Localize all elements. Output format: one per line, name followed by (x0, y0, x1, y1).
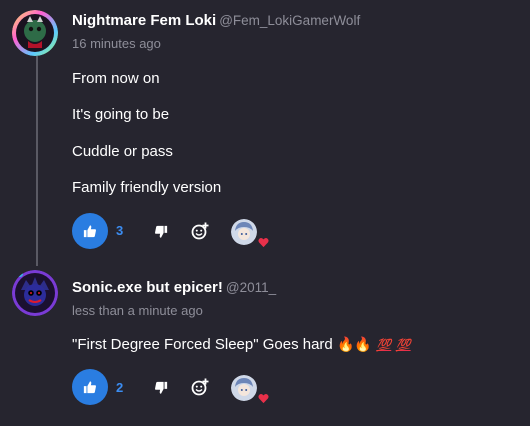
post-1-timestamp: 16 minutes ago (72, 36, 161, 51)
post-1-line-2: It's going to be (72, 106, 170, 123)
post-1-line-1: From now on (72, 70, 160, 87)
post-2-emojis: 🔥🔥 💯 💯 (337, 337, 411, 353)
avatar-nightmare-fem-loki[interactable] (12, 10, 58, 56)
post-2-reactor-avatar[interactable] (231, 375, 257, 401)
thumbs-down-icon (155, 381, 168, 394)
post-1-like-count: 3 (116, 223, 124, 238)
post-2-dislike-button[interactable] (150, 377, 172, 399)
post-2-text-line: "First Degree Forced Sleep" Goes hard 🔥🔥… (72, 336, 411, 353)
post-1-like-button[interactable] (72, 213, 108, 249)
post-2-header: Sonic.exe but epicer! @2011_ (72, 279, 276, 296)
post-1-line-4: Family friendly version (72, 179, 222, 196)
add-reaction-icon (191, 222, 209, 240)
post-1-header: Nightmare Fem Loki @Fem_LokiGamerWolf (72, 12, 360, 29)
hundred-emoji-1: 💯 (376, 338, 392, 352)
fire-emoji-1: 🔥 (336, 337, 355, 353)
thumbs-up-icon (83, 225, 96, 238)
post-1-author[interactable]: Nightmare Fem Loki (72, 12, 216, 29)
avatar-sonic-exe-but-epicer[interactable] (12, 270, 58, 316)
post-2-add-reaction-button[interactable] (189, 376, 211, 398)
post-2-handle[interactable]: @2011_ (226, 280, 276, 295)
post-1-reactor-avatar[interactable] (231, 219, 257, 245)
reply-thread-line (36, 56, 38, 266)
post-2-like-button[interactable] (72, 369, 108, 405)
comment-feed: Nightmare Fem Loki @Fem_LokiGamerWolf 16 … (0, 0, 530, 426)
add-reaction-icon (191, 378, 209, 396)
post-1-line-3: Cuddle or pass (72, 143, 173, 160)
heart-icon (258, 393, 269, 404)
hundred-emoji-2: 💯 (395, 338, 411, 352)
post-2-timestamp: less than a minute ago (72, 303, 203, 318)
post-2-like-count: 2 (116, 380, 124, 395)
heart-icon (258, 237, 269, 248)
post-1-handle[interactable]: @Fem_LokiGamerWolf (219, 13, 360, 28)
post-1-add-reaction-button[interactable] (189, 220, 211, 242)
fire-emoji-2: 🔥 (354, 337, 372, 353)
thumbs-up-icon (83, 381, 96, 394)
post-2-author[interactable]: Sonic.exe but epicer! (72, 279, 223, 296)
post-1-dislike-button[interactable] (150, 221, 172, 243)
post-2-text: "First Degree Forced Sleep" Goes hard (72, 336, 333, 353)
thumbs-down-icon (155, 225, 168, 238)
